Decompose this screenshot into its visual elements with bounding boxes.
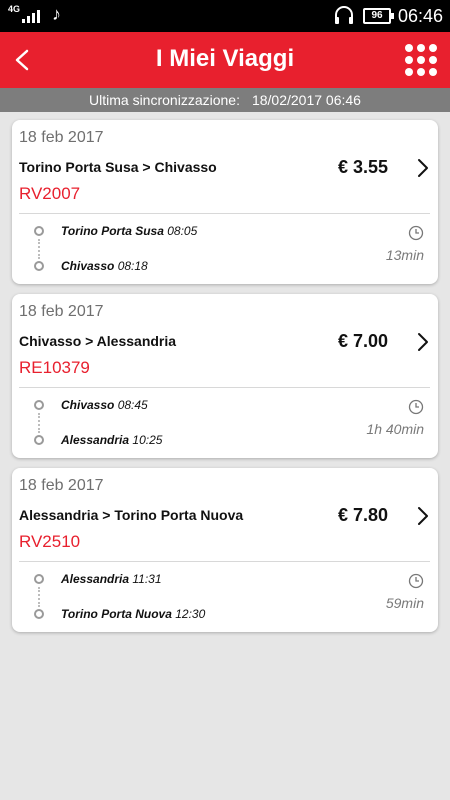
departure-time: 11:31: [132, 572, 162, 586]
music-note-icon: ♪: [52, 4, 61, 24]
arrival-time: 10:25: [132, 433, 163, 447]
network-type: 4G: [8, 4, 21, 14]
sync-bar: Ultima sincronizzazione: 18/02/2017 06:46: [0, 88, 450, 112]
battery-indicator: 96: [363, 8, 394, 24]
status-clock: 06:46: [398, 6, 444, 26]
trip-date: 18 feb 2017: [19, 477, 104, 494]
departure-time: 08:45: [117, 398, 148, 412]
arrival-stop: Torino Porta Nuova 12:30: [61, 607, 205, 621]
train-code: RV2007: [19, 184, 81, 203]
divider: [19, 561, 430, 562]
trip-duration: 13min: [385, 247, 424, 263]
arrival-stop: Alessandria 10:25: [61, 433, 162, 447]
trip-date: 18 feb 2017: [19, 129, 104, 146]
departure-stop: Alessandria 11:31: [61, 572, 162, 586]
trip-price: € 7.80: [337, 505, 388, 525]
sync-value: 18/02/2017 06:46: [251, 92, 361, 108]
arrival-time: 12:30: [175, 607, 206, 621]
app-header: I Miei Viaggi: [0, 32, 450, 88]
trip-card[interactable]: 18 feb 2017 Alessandria > Torino Porta N…: [12, 468, 438, 632]
trip-list: 18 feb 2017 Torino Porta Susa > Chivasso…: [12, 120, 438, 642]
signal-icon: [22, 10, 40, 23]
clock-icon: [408, 399, 424, 415]
divider: [19, 213, 430, 214]
clock-icon: [408, 225, 424, 241]
headset-icon: [335, 6, 353, 24]
arrival-dot-icon: [34, 435, 44, 445]
route-line: [38, 587, 40, 607]
status-bar: 4G ♪ 96 06:46: [0, 0, 450, 32]
clock-icon: [408, 573, 424, 589]
page-title: I Miei Viaggi: [155, 45, 295, 72]
trip-price: € 3.55: [337, 157, 388, 177]
trip-duration: 1h 40min: [366, 421, 424, 437]
trip-date: 18 feb 2017: [19, 303, 104, 320]
arrival-station: Alessandria: [61, 433, 130, 447]
arrival-station: Torino Porta Nuova: [61, 607, 172, 621]
trip-route: Chivasso > Alessandria: [19, 333, 177, 349]
departure-stop: Chivasso 08:45: [61, 398, 148, 412]
chevron-right-icon[interactable]: [416, 506, 430, 526]
trip-route: Alessandria > Torino Porta Nuova: [19, 507, 244, 523]
trip-duration: 59min: [385, 595, 424, 611]
departure-dot-icon: [34, 574, 44, 584]
chevron-right-icon[interactable]: [416, 158, 430, 178]
divider: [19, 387, 430, 388]
departure-stop: Torino Porta Susa 08:05: [61, 224, 197, 238]
trip-route: Torino Porta Susa > Chivasso: [19, 159, 217, 175]
route-line: [38, 239, 40, 259]
arrival-stop: Chivasso 08:18: [61, 259, 148, 273]
trip-card[interactable]: 18 feb 2017 Chivasso > Alessandria € 7.0…: [12, 294, 438, 458]
trip-price: € 7.00: [337, 331, 388, 351]
chevron-right-icon[interactable]: [416, 332, 430, 352]
departure-time: 08:05: [167, 224, 198, 238]
arrival-station: Chivasso: [61, 259, 115, 273]
trip-card[interactable]: 18 feb 2017 Torino Porta Susa > Chivasso…: [12, 120, 438, 284]
departure-dot-icon: [34, 400, 44, 410]
arrival-dot-icon: [34, 261, 44, 271]
train-code: RE10379: [19, 358, 90, 377]
departure-station: Torino Porta Susa: [61, 224, 164, 238]
arrival-dot-icon: [34, 609, 44, 619]
sync-label: Ultima sincronizzazione:: [89, 92, 240, 108]
departure-station: Chivasso: [61, 398, 115, 412]
arrival-time: 08:18: [117, 259, 148, 273]
departure-dot-icon: [34, 226, 44, 236]
route-line: [38, 413, 40, 433]
train-code: RV2510: [19, 532, 81, 551]
departure-station: Alessandria: [61, 572, 130, 586]
grid-menu-icon[interactable]: [404, 43, 438, 77]
